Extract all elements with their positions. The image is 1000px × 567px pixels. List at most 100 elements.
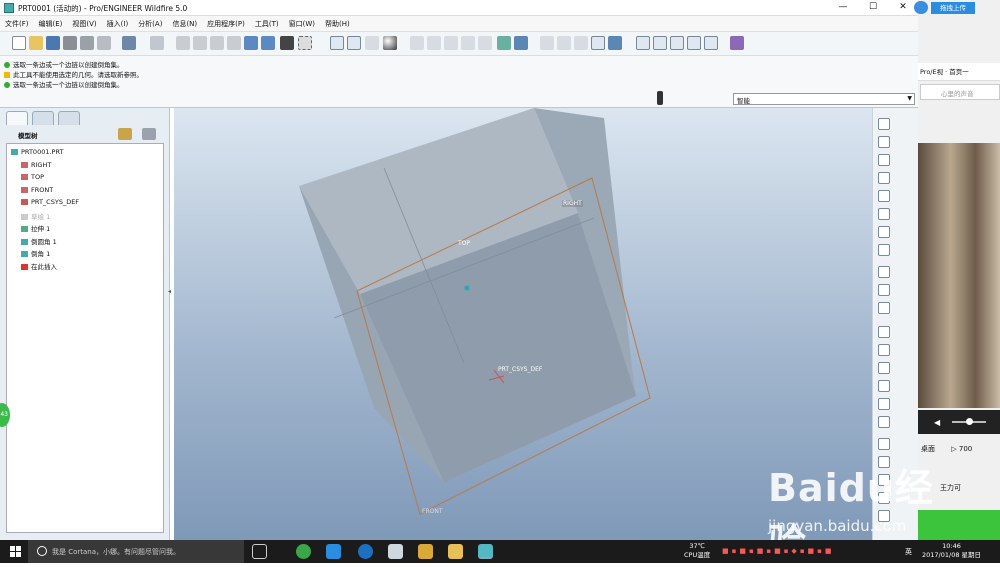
menu-tools[interactable]: 工具(T) (250, 16, 284, 32)
refit-icon[interactable] (410, 36, 424, 50)
upload-button[interactable]: 拖拽上传 (931, 2, 975, 14)
window-app-icon[interactable] (388, 544, 403, 559)
zoom-in-icon[interactable] (427, 36, 441, 50)
appearance-icon[interactable] (608, 36, 622, 50)
revolve-tool-icon[interactable] (878, 284, 890, 296)
volume-knob[interactable] (966, 418, 973, 425)
datum-axis-toggle-icon[interactable] (347, 36, 361, 50)
cut-icon[interactable] (176, 36, 190, 50)
layers-icon[interactable] (497, 36, 511, 50)
menu-help[interactable]: 帮助(H) (320, 16, 355, 32)
collapse-handle-icon[interactable]: ◂ (168, 288, 171, 295)
saved-views-icon[interactable] (478, 36, 492, 50)
tree-item[interactable]: 草绘 1 (21, 211, 50, 223)
game-app-icon[interactable] (418, 544, 433, 559)
undo-icon[interactable] (122, 36, 136, 50)
desk-label[interactable]: 桌面 (921, 445, 935, 453)
menu-file[interactable]: 文件(F) (0, 16, 34, 32)
menu-applications[interactable]: 应用程序(P) (202, 16, 250, 32)
csys-tool-icon[interactable] (878, 208, 890, 220)
print-icon[interactable] (63, 36, 77, 50)
email-icon[interactable] (97, 36, 111, 50)
menu-edit[interactable]: 编辑(E) (34, 16, 68, 32)
tab-model-tree[interactable] (6, 111, 28, 125)
draft-tool-icon[interactable] (878, 380, 890, 392)
shell-tool-icon[interactable] (878, 344, 890, 356)
tree-item[interactable]: TOP (21, 173, 44, 185)
tab-folder-browser[interactable] (32, 111, 54, 125)
menu-window[interactable]: 窗口(W) (284, 16, 320, 32)
whats-this-help-icon[interactable] (730, 36, 744, 50)
baidu-netdisk-icon[interactable] (326, 544, 341, 559)
cortana-search-box[interactable]: 我是 Cortana，小娜。有问题尽管问我。 (28, 540, 244, 563)
datum-axis-display-icon[interactable] (653, 36, 667, 50)
tab-favorites[interactable] (58, 111, 80, 125)
menu-analysis[interactable]: 分析(A) (133, 16, 167, 32)
mirror-tool-icon[interactable] (878, 438, 890, 450)
settings-icon[interactable] (118, 128, 132, 140)
task-view-icon[interactable] (252, 544, 267, 559)
shading-icon[interactable] (383, 36, 397, 50)
annotation-display-icon[interactable] (704, 36, 718, 50)
datum-point-toggle-icon[interactable] (365, 36, 379, 50)
show-icon[interactable] (142, 128, 156, 140)
tree-item[interactable]: PRT_CSYS_DEF (21, 198, 79, 210)
wireframe-icon[interactable] (540, 36, 554, 50)
input-language[interactable]: 英 (905, 547, 912, 557)
datum-plane-tool-icon[interactable] (878, 136, 890, 148)
tree-item[interactable]: RIGHT (21, 161, 51, 173)
print-preview-icon[interactable] (80, 36, 94, 50)
redo-icon[interactable] (150, 36, 164, 50)
datum-plane-display-icon[interactable] (636, 36, 650, 50)
search-input[interactable]: 心里的声音 (920, 84, 1000, 100)
sketch-plane-icon[interactable] (878, 118, 890, 130)
select-box-icon[interactable] (298, 36, 312, 50)
maximize-button[interactable]: ☐ (858, 1, 888, 14)
new-file-icon[interactable] (12, 36, 26, 50)
rib-tool-icon[interactable] (878, 362, 890, 374)
k-app-icon[interactable] (358, 544, 373, 559)
video-thumbnail[interactable] (918, 143, 1000, 408)
tree-item[interactable]: PRT0001.PRT (11, 148, 63, 160)
tree-item[interactable]: 在此插入 (21, 261, 57, 273)
reorient-icon[interactable] (461, 36, 475, 50)
sweep-tool-icon[interactable] (878, 302, 890, 314)
hidden-line-icon[interactable] (557, 36, 571, 50)
hole-tool-icon[interactable] (878, 326, 890, 338)
menu-view[interactable]: 视图(V) (67, 16, 101, 32)
datum-axis-tool-icon[interactable] (878, 154, 890, 166)
file-explorer-icon[interactable] (448, 544, 463, 559)
menu-info[interactable]: 信息(N) (167, 16, 202, 32)
browser-tabs[interactable]: Pro/E视 · 首页一 (918, 63, 1000, 81)
minimize-button[interactable]: — (828, 1, 858, 14)
datum-point-tool-icon[interactable] (878, 190, 890, 202)
play-icon[interactable]: ▷ (951, 445, 956, 453)
datum-curve-icon[interactable] (878, 172, 890, 184)
clock[interactable]: 10:46 2017/01/08 星期日 (922, 542, 981, 560)
tree-item[interactable]: 倒角 1 (21, 248, 50, 260)
find-icon[interactable] (280, 36, 294, 50)
extrude-tool-icon[interactable] (878, 266, 890, 278)
selection-filter-dropdown[interactable]: 智能 ▼ (733, 93, 915, 105)
menu-insert[interactable]: 插入(I) (102, 16, 134, 32)
paste-icon[interactable] (210, 36, 224, 50)
regen-manager-icon[interactable] (261, 36, 275, 50)
tree-item[interactable]: FRONT (21, 186, 53, 198)
view-manager-icon[interactable] (514, 36, 528, 50)
chamfer-tool-icon[interactable] (878, 416, 890, 428)
sketch-tool-icon[interactable] (878, 244, 890, 256)
save-icon[interactable] (46, 36, 60, 50)
browser-360-icon[interactable] (296, 544, 311, 559)
no-hidden-icon[interactable] (574, 36, 588, 50)
regenerate-icon[interactable] (244, 36, 258, 50)
analysis-feature-icon[interactable] (878, 226, 890, 238)
datum-point-display-icon[interactable] (670, 36, 684, 50)
open-folder-icon[interactable] (29, 36, 43, 50)
round-tool-icon[interactable] (878, 398, 890, 410)
tray-icons[interactable]: ■▪■▪■▪■▪◆▪■▪■ (722, 547, 835, 555)
shaded-icon[interactable] (591, 36, 605, 50)
datum-plane-toggle-icon[interactable] (330, 36, 344, 50)
volume-icon[interactable]: ◀ (934, 418, 940, 427)
windows-start-icon[interactable] (10, 546, 21, 557)
video-controls[interactable]: ◀ (918, 410, 1000, 434)
